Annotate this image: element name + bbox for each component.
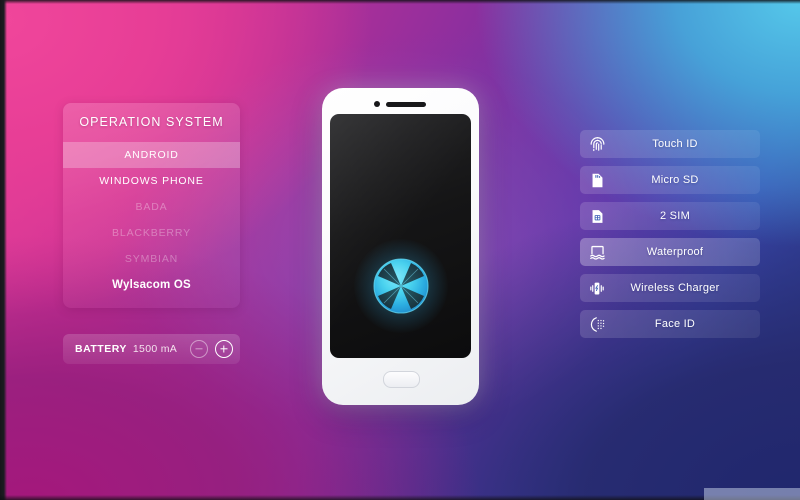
top-edge-shadow <box>0 0 800 4</box>
os-item-blackberry: BLACKBERRY <box>112 227 191 239</box>
plus-icon[interactable] <box>215 340 233 358</box>
feature-row-face-id[interactable]: Face ID <box>580 310 760 338</box>
battery-label: BATTERY <box>75 343 127 355</box>
sim-card-icon <box>580 202 614 230</box>
fingerprint-icon <box>580 130 614 158</box>
battery-bar: BATTERY 1500 mA <box>63 334 240 364</box>
feature-row-touch-id[interactable]: Touch ID <box>580 130 760 158</box>
sd-card-icon <box>580 166 614 194</box>
feature-label: Wireless Charger <box>630 282 720 294</box>
left-edge-bar <box>0 0 7 500</box>
feature-label: Face ID <box>654 318 696 330</box>
face-id-icon <box>580 310 614 338</box>
bottom-right-corner-chip <box>704 488 800 500</box>
wireless-charger-icon <box>580 274 614 302</box>
bottom-edge-shadow <box>0 495 800 500</box>
home-button-icon[interactable] <box>383 371 420 388</box>
feature-label: 2 SIM <box>660 210 690 222</box>
feature-row-2-sim[interactable]: 2 SIM <box>580 202 760 230</box>
app-stage: OPERATION SYSTEM ANDROID WINDOWS PHONE BAD… <box>0 0 800 500</box>
feature-row-waterproof[interactable]: Waterproof <box>580 238 760 266</box>
operation-system-title: OPERATION SYSTEM <box>79 115 224 129</box>
minus-icon[interactable] <box>190 340 208 358</box>
feature-list: Touch ID Micro SD 2 SIM Waterproof Wireless … <box>580 130 760 346</box>
phone-mockup <box>322 88 479 405</box>
waterproof-icon <box>580 238 614 266</box>
earpiece-speaker-icon <box>386 101 426 107</box>
os-item-symbian: SYMBIAN <box>124 253 179 265</box>
os-item-windows-phone[interactable]: WINDOWS PHONE <box>63 168 240 194</box>
camera-dot-icon <box>374 101 380 107</box>
feature-row-micro-sd[interactable]: Micro SD <box>580 166 760 194</box>
os-item-wylsacom-os[interactable]: Wylsacom OS <box>63 272 240 298</box>
logo-glow <box>353 239 448 333</box>
feature-label: Waterproof <box>646 246 704 258</box>
os-item-android[interactable]: ANDROID <box>63 142 240 168</box>
os-item-bada: BADA <box>135 201 168 213</box>
wylsacom-logo-icon <box>353 239 448 333</box>
operation-system-panel: OPERATION SYSTEM ANDROID WINDOWS PHONE BAD… <box>63 103 240 308</box>
feature-label: Micro SD <box>651 174 699 186</box>
feature-label: Touch ID <box>652 138 698 150</box>
feature-row-wireless-charger[interactable]: Wireless Charger <box>580 274 760 302</box>
battery-value: 1500 mA <box>132 343 178 355</box>
phone-screen <box>330 114 471 358</box>
operation-system-list: ANDROID WINDOWS PHONE BADA BLACKBERRY SYMBIA… <box>63 142 240 298</box>
